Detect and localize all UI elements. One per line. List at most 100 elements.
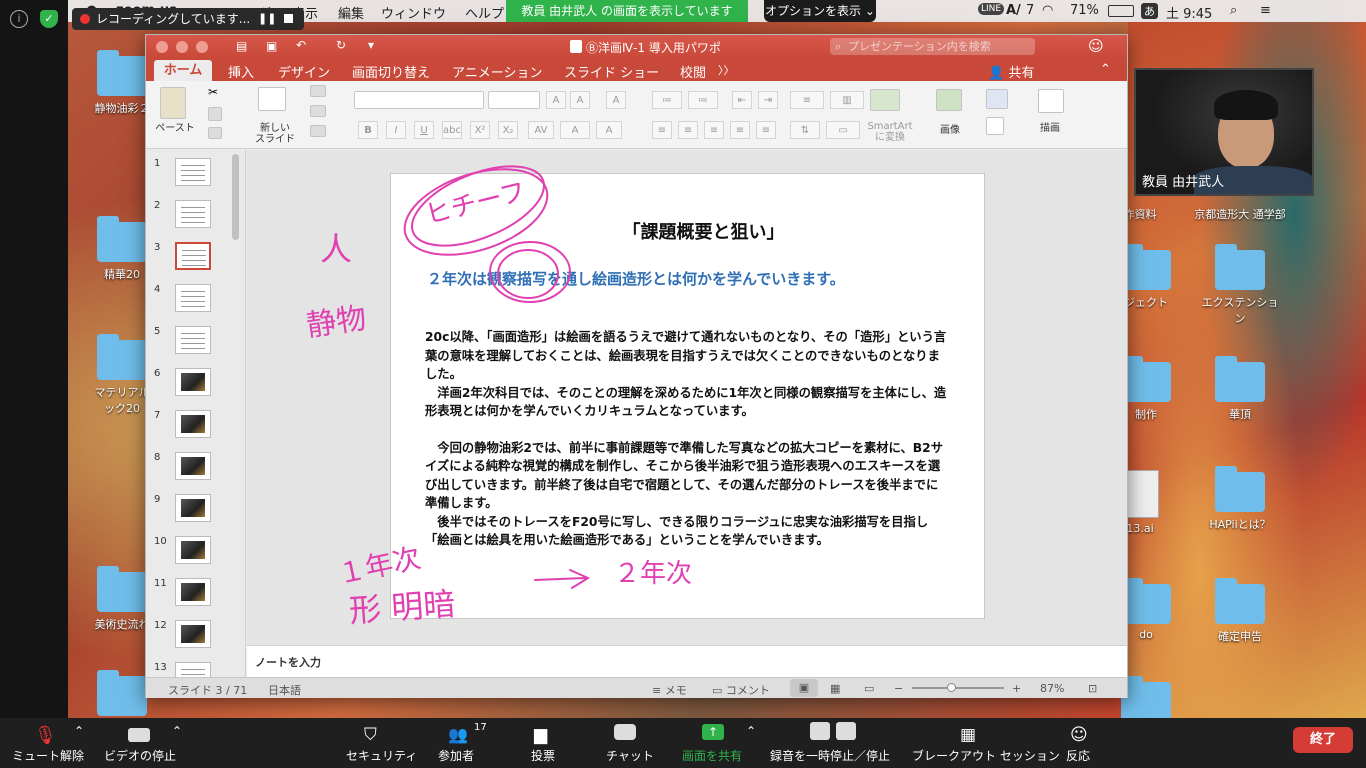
stop-recording-icon[interactable] — [284, 14, 293, 23]
adobe-icon[interactable]: A/ — [1006, 3, 1021, 18]
bullets-icon[interactable]: ≔ — [652, 91, 682, 109]
draw-label[interactable]: 描画 — [1030, 123, 1070, 134]
columns-icon[interactable]: ▥ — [830, 91, 864, 109]
battery-icon[interactable] — [1108, 5, 1134, 17]
textbox-icon[interactable] — [986, 117, 1004, 135]
slide-subtitle[interactable]: ２年次は観察描写を通し絵画造形とは何かを学んでいきます。 — [427, 268, 845, 289]
participant-video-tile[interactable]: 教員 由井武人 — [1134, 68, 1314, 196]
align-right-icon[interactable]: ≡ — [704, 121, 724, 139]
font-color-icon[interactable]: A — [560, 121, 590, 139]
pause-recording-icon[interactable]: ❚❚ — [258, 8, 276, 30]
desktop-folder[interactable]: 華頂 — [1200, 356, 1280, 422]
maximize-window-button[interactable] — [196, 41, 208, 53]
justify-icon[interactable]: ≡ — [730, 121, 750, 139]
smartart-label[interactable]: SmartArt に変換 — [862, 121, 918, 143]
text-direction-icon[interactable]: ⇅ — [790, 121, 820, 139]
slide-editor[interactable]: 「課題概要と狙い」 ２年次は観察描写を通し絵画造形とは何かを学んでいきます。 2… — [247, 150, 1127, 645]
paste-label[interactable]: ペースト — [150, 123, 200, 134]
font-size-select[interactable] — [488, 91, 540, 109]
increase-font-icon[interactable]: A — [546, 91, 566, 109]
image-icon[interactable] — [936, 89, 962, 111]
strikethrough-icon[interactable]: abc — [442, 121, 462, 139]
normal-view-icon[interactable]: ▣ — [790, 679, 818, 697]
slide-thumbnail[interactable] — [175, 242, 211, 270]
align-text-icon[interactable]: ▭ — [826, 121, 860, 139]
section-icon[interactable] — [310, 125, 326, 137]
slide-title[interactable]: 「課題概要と狙い」 — [391, 218, 986, 244]
image-label[interactable]: 画像 — [930, 125, 970, 136]
slide-thumbnail[interactable] — [175, 368, 211, 396]
draw-icon[interactable] — [1038, 89, 1064, 113]
numbering-icon[interactable]: ≔ — [688, 91, 718, 109]
menu-edit[interactable]: 編集 — [338, 3, 364, 22]
highlight-icon[interactable]: A — [596, 121, 622, 139]
format-painter-icon[interactable] — [208, 127, 222, 139]
decrease-font-icon[interactable]: A — [570, 91, 590, 109]
audio-options-caret-icon[interactable]: ⌃ — [74, 724, 84, 738]
zoom-out-icon[interactable]: − — [894, 682, 903, 695]
ime-indicator[interactable]: あ — [1141, 3, 1158, 19]
char-spacing-icon[interactable]: AV — [528, 121, 554, 139]
clock[interactable]: 土 9:45 — [1166, 3, 1212, 22]
align-left-icon[interactable]: ≡ — [652, 121, 672, 139]
menu-window[interactable]: ウィンドウ — [381, 3, 446, 22]
slide-thumbnail[interactable] — [175, 284, 211, 312]
desktop-folder[interactable]: エクステンション — [1200, 244, 1280, 326]
cut-icon[interactable]: ✂ — [208, 85, 222, 99]
redo-icon[interactable]: ↻ — [336, 38, 346, 52]
decrease-indent-icon[interactable]: ⇤ — [732, 91, 752, 109]
font-family-select[interactable] — [354, 91, 484, 109]
superscript-icon[interactable]: X² — [470, 121, 490, 139]
slide-thumbnail[interactable] — [175, 452, 211, 480]
new-slide-icon[interactable] — [258, 87, 286, 111]
notes-input[interactable]: ノートを入力 — [247, 645, 1127, 677]
italic-icon[interactable]: I — [386, 121, 406, 139]
slide-thumbnail[interactable] — [175, 200, 211, 228]
info-icon[interactable]: i — [10, 10, 28, 28]
control-center-icon[interactable]: ≡ — [1260, 3, 1271, 18]
desktop-item[interactable]: 京都造形大 通学部 — [1190, 206, 1290, 222]
minimize-window-button[interactable] — [176, 41, 188, 53]
slide-thumbnail[interactable] — [175, 536, 211, 564]
more-tabs-icon[interactable]: 〉〉 — [718, 62, 735, 78]
save-icon[interactable]: ▣ — [266, 39, 277, 53]
presentation-search-input[interactable]: ⌕ プレゼンテーション内を検索 — [830, 38, 1035, 55]
shapes-icon[interactable] — [986, 89, 1008, 109]
distributed-icon[interactable]: ≡ — [756, 121, 776, 139]
bold-icon[interactable]: B — [358, 121, 378, 139]
menu-help[interactable]: ヘルプ — [465, 3, 504, 22]
undo-icon[interactable]: ↶ — [296, 38, 306, 52]
slide-sorter-icon[interactable]: ▦ — [830, 682, 840, 695]
layout-icon[interactable] — [310, 85, 326, 97]
tab-animations[interactable]: アニメーション — [452, 62, 542, 81]
desktop-folder[interactable]: HAPiiとは？ — [1200, 466, 1280, 532]
smartart-icon[interactable] — [870, 89, 900, 111]
slide-body-text[interactable]: 20c以降、「画面造形」は絵画を語るうえで避けて通れないものとなり、その「造形」… — [425, 328, 950, 550]
notes-toggle[interactable]: ≡ メモ — [652, 682, 687, 698]
line-spacing-icon[interactable]: ≡ — [790, 91, 824, 109]
slide-thumbnail[interactable] — [175, 494, 211, 522]
line-icon[interactable]: LINE — [978, 3, 1005, 15]
subscript-icon[interactable]: X₂ — [498, 121, 518, 139]
slide-thumbnail-pane[interactable]: 1 2 3 4 5 6 7 8 9 10 11 12 13 — [146, 150, 246, 677]
underline-icon[interactable]: U — [414, 121, 434, 139]
align-center-icon[interactable]: ≡ — [678, 121, 698, 139]
end-meeting-button[interactable]: 終了 — [1293, 727, 1353, 753]
wifi-icon[interactable]: ◠ — [1042, 3, 1053, 18]
account-icon[interactable]: ☺ — [1088, 37, 1104, 55]
zoom-level[interactable]: 87% — [1040, 682, 1064, 695]
sidebar-toggle-icon[interactable]: ▤ — [236, 39, 247, 53]
slide-thumbnail[interactable] — [175, 326, 211, 354]
current-slide[interactable]: 「課題概要と狙い」 ２年次は観察描写を通し絵画造形とは何かを学んでいきます。 2… — [390, 173, 985, 619]
slide-thumbnail[interactable] — [175, 578, 211, 606]
new-slide-label[interactable]: 新しい スライド — [250, 123, 300, 145]
language[interactable]: 日本語 — [268, 682, 301, 698]
view-options-button[interactable]: オプションを表示 ⌄ — [764, 0, 876, 22]
paste-icon[interactable] — [160, 87, 186, 119]
zoom-in-icon[interactable]: + — [1012, 682, 1021, 695]
zoom-slider-thumb[interactable] — [947, 683, 956, 692]
thumbnail-scrollbar[interactable] — [232, 154, 239, 240]
slide-thumbnail[interactable] — [175, 620, 211, 648]
increase-indent-icon[interactable]: ⇥ — [758, 91, 778, 109]
slide-thumbnail[interactable] — [175, 662, 211, 677]
